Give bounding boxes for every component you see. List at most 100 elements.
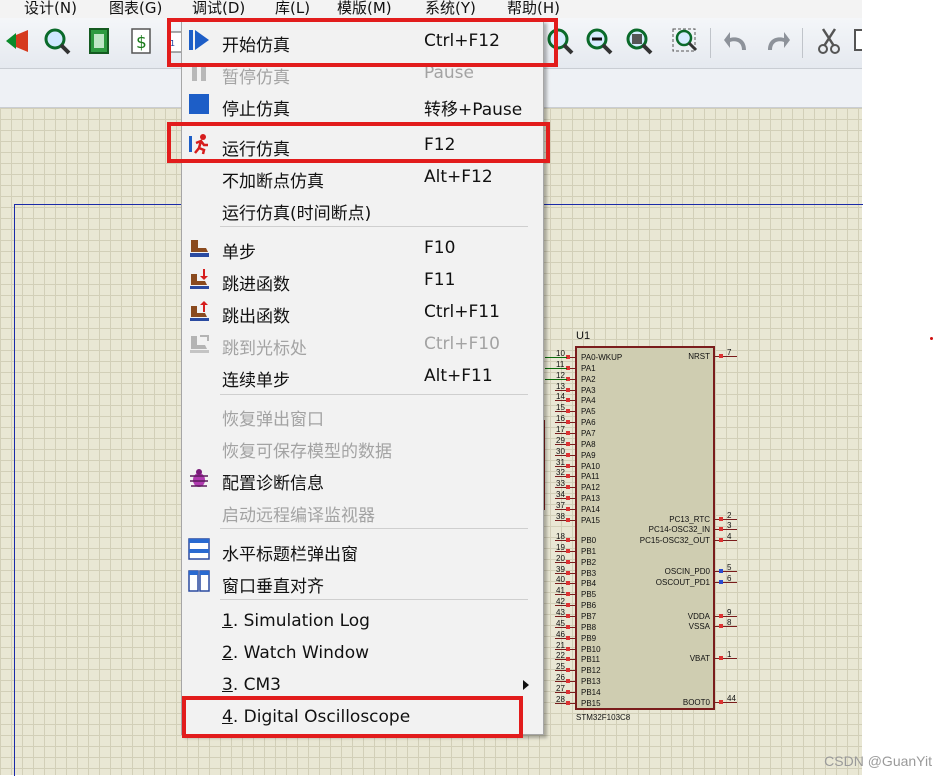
menu-item-label: 2. Watch Window bbox=[222, 643, 369, 663]
menu-item-simulation-log[interactable]: 1. Simulation Log bbox=[182, 605, 543, 635]
zoom-out-icon[interactable] bbox=[584, 26, 614, 56]
zoom-all-icon[interactable] bbox=[624, 26, 654, 56]
menubar-item-help[interactable]: 帮助(H) bbox=[507, 0, 560, 18]
menu-item-shortcut: Ctrl+F10 bbox=[424, 334, 500, 354]
menu-item-step[interactable]: 单步 F10 bbox=[182, 232, 543, 263]
pin-name: PB10 bbox=[581, 644, 601, 654]
pin-name: PA12 bbox=[581, 483, 600, 493]
net-wire bbox=[545, 368, 567, 369]
step-into-icon bbox=[188, 268, 210, 290]
pin-number: 34 bbox=[556, 490, 565, 500]
debug-menu: 开始仿真 Ctrl+F12 暂停仿真 Pause 停止仿真 转移+Pause 运… bbox=[181, 20, 544, 735]
menu-item-label: 跳出函数 bbox=[222, 307, 290, 327]
run-to-cursor-icon bbox=[188, 332, 210, 354]
menu-item-restore-popups[interactable]: 恢复弹出窗口 bbox=[182, 399, 543, 430]
pin-number: 26 bbox=[556, 673, 565, 683]
menu-item-label: 不加断点仿真 bbox=[222, 172, 324, 192]
menu-item-digital-oscilloscope[interactable]: 4. Digital Oscilloscope bbox=[182, 701, 543, 731]
menu-item-step-into[interactable]: 跳进函数 F11 bbox=[182, 264, 543, 295]
pin-number: 42 bbox=[556, 597, 565, 607]
menu-item-shortcut: 转移+Pause bbox=[424, 100, 523, 120]
menubar-item-library[interactable]: 库(L) bbox=[275, 0, 310, 18]
zoom-in-icon[interactable] bbox=[545, 26, 575, 56]
menu-item-step-out[interactable]: 跳出函数 Ctrl+F11 bbox=[182, 296, 543, 327]
pin-marker bbox=[566, 559, 570, 564]
redo-icon[interactable] bbox=[762, 26, 792, 56]
pin-name: OSCOUT_PD1 bbox=[655, 578, 710, 587]
menu-item-shortcut: Alt+F12 bbox=[424, 167, 493, 187]
menubar-item-system[interactable]: 系统(Y) bbox=[425, 0, 476, 18]
pin-number: 18 bbox=[556, 532, 565, 541]
menu-separator bbox=[220, 599, 528, 600]
menu-item-accelerator: 4 bbox=[222, 707, 233, 727]
pin-marker bbox=[566, 581, 570, 586]
pin-name: PB13 bbox=[581, 677, 601, 687]
pin-name: PB3 bbox=[581, 568, 597, 578]
menu-item-config-diagnostics[interactable]: 配置诊断信息 bbox=[182, 463, 543, 494]
undo-icon[interactable] bbox=[722, 26, 752, 56]
tile-vertical-icon bbox=[188, 570, 210, 592]
pin-name: PB11 bbox=[581, 655, 600, 665]
menubar-item-debug[interactable]: 调试(D) bbox=[192, 0, 245, 18]
menubar-item-design[interactable]: 设计(N) bbox=[24, 0, 77, 18]
pin-name: PB6 bbox=[581, 601, 597, 611]
pin-number: 44 bbox=[727, 694, 736, 703]
menu-item-continuous-step[interactable]: 连续单步 Alt+F11 bbox=[182, 360, 543, 391]
menu-item-run-to-cursor[interactable]: 跳到光标处 Ctrl+F10 bbox=[182, 328, 543, 359]
cut-icon[interactable] bbox=[814, 26, 844, 56]
pin-name: NRST bbox=[688, 352, 710, 361]
menu-item-pause-simulation[interactable]: 暂停仿真 Pause bbox=[182, 57, 543, 88]
menu-item-tile-vertical[interactable]: 窗口垂直对齐 bbox=[182, 566, 543, 597]
component-icon[interactable] bbox=[2, 26, 32, 56]
menubar-item-graph[interactable]: 图表(G) bbox=[109, 0, 162, 18]
pin-marker bbox=[566, 624, 570, 629]
pin-number: 32 bbox=[556, 468, 565, 478]
pin-marker bbox=[566, 700, 570, 705]
pin-number: 33 bbox=[556, 479, 565, 489]
pin-name: PB14 bbox=[581, 687, 601, 697]
menu-item-label: 启动远程编译监视器 bbox=[222, 506, 375, 526]
menu-item-tile-horizontal[interactable]: 水平标题栏弹出窗 bbox=[182, 534, 543, 565]
zoom-area-icon[interactable] bbox=[670, 26, 700, 56]
menu-item-cm3[interactable]: 3. CM3 bbox=[182, 669, 543, 699]
pin-number: 37 bbox=[556, 500, 565, 510]
menu-item-run-timed-breakpoint[interactable]: 运行仿真(时间断点) bbox=[182, 193, 543, 224]
menu-item-shortcut: F10 bbox=[424, 238, 456, 258]
pin-marker bbox=[566, 679, 570, 684]
pin-number: 40 bbox=[556, 575, 565, 585]
pin-marker bbox=[719, 656, 723, 660]
pin-name: PB1 bbox=[581, 546, 597, 556]
menu-item-label: 运行仿真(时间断点) bbox=[222, 204, 372, 224]
menu-item-watch-window[interactable]: 2. Watch Window bbox=[182, 637, 543, 667]
pin-name: PA13 bbox=[581, 494, 600, 504]
menu-item-remote-compile-monitor[interactable]: 启动远程编译监视器 bbox=[182, 495, 543, 526]
menu-item-stop-simulation[interactable]: 停止仿真 转移+Pause bbox=[182, 89, 543, 120]
menu-item-start-simulation[interactable]: 开始仿真 Ctrl+F12 bbox=[182, 25, 543, 56]
bom-icon[interactable]: $ bbox=[126, 26, 156, 56]
pin-marker bbox=[719, 354, 723, 358]
copy-icon[interactable] bbox=[852, 26, 862, 56]
stop-icon bbox=[188, 93, 210, 115]
menu-separator bbox=[220, 528, 528, 529]
menu-item-shortcut: Ctrl+F11 bbox=[424, 302, 500, 322]
pin-name: PA10 bbox=[581, 461, 600, 471]
pin-marker bbox=[566, 441, 570, 446]
menu-item-shortcut: Pause bbox=[424, 63, 474, 83]
pin-number: 43 bbox=[556, 607, 565, 617]
pin-marker bbox=[566, 548, 570, 553]
chip-model: STM32F103C8 bbox=[576, 713, 631, 722]
menu-item-run-simulation[interactable]: 运行仿真 F12 bbox=[182, 129, 543, 160]
menu-item-restore-model-data[interactable]: 恢复可保存模型的数据 bbox=[182, 431, 543, 462]
pin-marker bbox=[566, 496, 570, 501]
pin-marker bbox=[566, 646, 570, 651]
pin-name: PA4 bbox=[581, 396, 596, 406]
menu-item-run-no-breakpoints[interactable]: 不加断点仿真 Alt+F12 bbox=[182, 161, 543, 192]
menu-item-shortcut: F11 bbox=[424, 270, 456, 290]
pin-name: PA6 bbox=[581, 418, 596, 428]
svg-text:$: $ bbox=[136, 33, 147, 53]
zoom-search-icon[interactable] bbox=[42, 26, 72, 56]
menubar-item-template[interactable]: 模版(M) bbox=[337, 0, 392, 18]
netlist-icon[interactable] bbox=[84, 26, 114, 56]
menu-item-label: 1. Simulation Log bbox=[222, 611, 370, 631]
pin-name: PB4 bbox=[581, 579, 597, 589]
